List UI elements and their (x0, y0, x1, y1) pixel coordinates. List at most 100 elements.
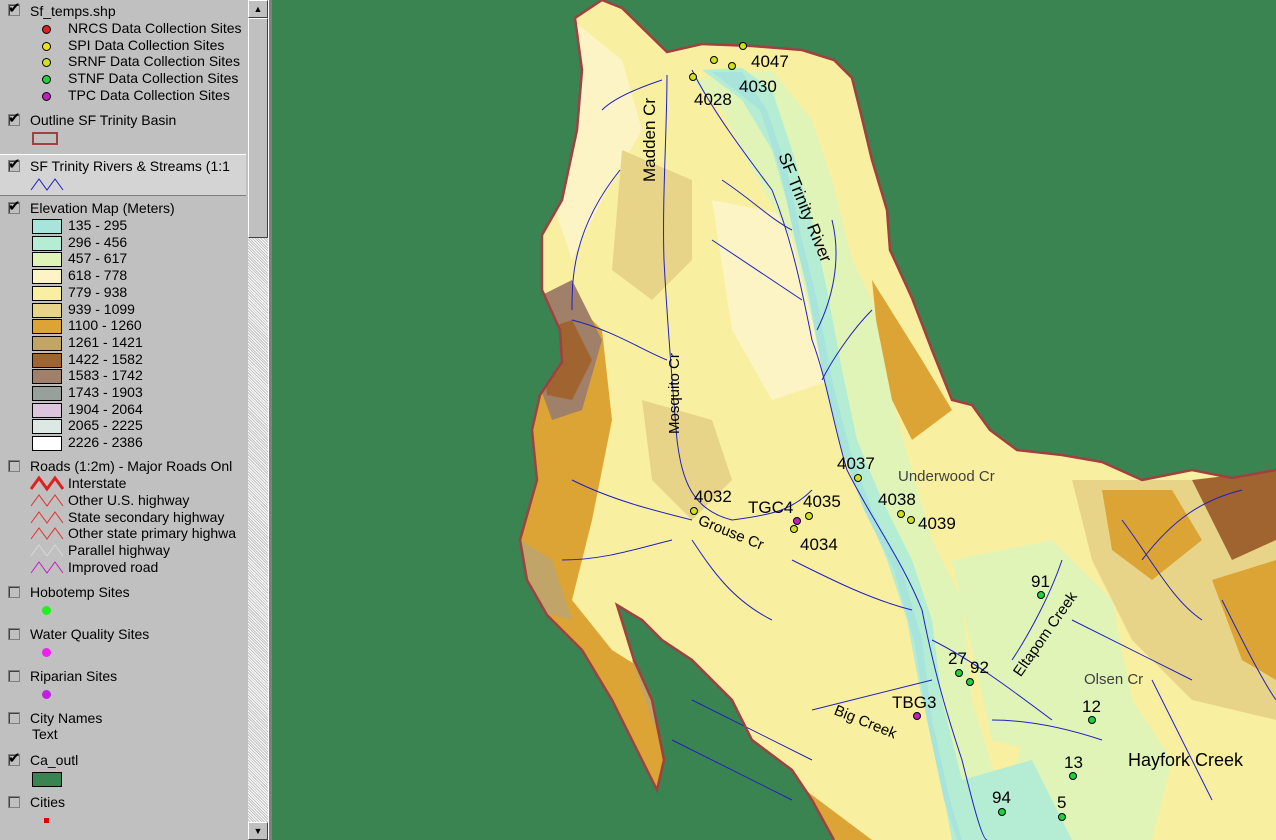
site-marker-tgc4[interactable] (793, 517, 801, 525)
layer-checkbox-riparian[interactable] (8, 670, 20, 682)
elevation-class-label: 2226 - 2386 (68, 434, 143, 451)
layer-checkbox-elevation[interactable] (8, 197, 21, 215)
site-label: 94 (992, 788, 1011, 807)
site-marker-27[interactable] (955, 669, 963, 677)
legend-label: Improved road (68, 559, 159, 575)
site-label: 4030 (739, 77, 777, 96)
elevation-swatch (32, 335, 62, 351)
scroll-thumb[interactable] (248, 18, 268, 238)
layer-checkbox-roads[interactable] (8, 460, 20, 472)
site-marker-13[interactable] (1069, 772, 1077, 780)
layer-checkbox-city-names[interactable] (8, 712, 20, 724)
stream-label-mosquito-cr: Mosquito Cr (666, 353, 683, 434)
layer-checkbox-sf-temps[interactable] (8, 0, 21, 17)
layer-name-city-names[interactable]: City Names (30, 710, 102, 726)
elevation-swatch (32, 386, 62, 401)
site-label: 4035 (803, 492, 841, 511)
site-label: 4032 (694, 487, 732, 506)
site-marker-4028[interactable] (689, 73, 697, 81)
elevation-swatch (32, 235, 62, 251)
layer-name-ca-outl[interactable]: Ca_outl (30, 752, 78, 768)
site-marker-92[interactable] (966, 678, 974, 686)
layer-name-streams[interactable]: SF Trinity Rivers & Streams (1:1 (30, 158, 230, 174)
elevation-class-label: 457 - 617 (68, 250, 128, 267)
site-marker-4039[interactable] (907, 516, 915, 524)
elevation-class-label: 1261 - 1421 (68, 333, 143, 350)
legend-label: Parallel highway (68, 542, 170, 558)
site-marker[interactable] (710, 56, 718, 64)
site-label: 5 (1057, 793, 1067, 812)
legend-label: Other state primary highwa (68, 525, 237, 541)
legend-label: NRCS Data Collection Sites (68, 20, 242, 36)
layer-name-elevation[interactable]: Elevation Map (Meters) (30, 200, 175, 216)
site-label: 4037 (837, 454, 875, 473)
legend-label: Other U.S. highway (68, 492, 190, 508)
stream-label-madden-cr: Madden Cr (640, 97, 659, 182)
elevation-map (518, 0, 1276, 840)
elevation-swatch (32, 352, 62, 368)
layer-checkbox-outline[interactable] (8, 109, 21, 127)
site-marker-tbg3[interactable] (913, 712, 921, 720)
layer-name-water-quality[interactable]: Water Quality Sites (30, 626, 149, 642)
layer-checkbox-cities[interactable] (8, 796, 20, 808)
elevation-class-label: 2065 - 2225 (68, 417, 143, 434)
site-marker-4047[interactable] (739, 42, 747, 50)
elevation-swatch (32, 302, 62, 318)
toc-scrollbar[interactable]: ▲ ▼ (248, 0, 268, 840)
scroll-down-button[interactable]: ▼ (248, 822, 268, 840)
legend-label: STNF Data Collection Sites (68, 70, 239, 86)
elevation-class-label: 939 - 1099 (68, 300, 135, 317)
layer-name-hobotemp[interactable]: Hobotemp Sites (30, 584, 130, 600)
site-label: TGC4 (748, 498, 794, 517)
site-marker-4034[interactable] (790, 525, 798, 533)
layer-name-roads[interactable]: Roads (1:2m) - Major Roads Onl (30, 458, 232, 474)
map-view[interactable]: Madden Cr SF Trinity River Mosquito Cr G… (272, 0, 1276, 840)
site-marker-12[interactable] (1088, 716, 1096, 724)
site-label: 12 (1082, 697, 1101, 716)
nrcs-symbol-icon (42, 25, 51, 34)
riparian-symbol-icon (42, 690, 51, 699)
legend-label: TPC Data Collection Sites (68, 87, 230, 103)
scroll-up-button[interactable]: ▲ (248, 0, 268, 18)
site-label: 4028 (694, 90, 732, 109)
legend-label: Text (32, 726, 58, 742)
elevation-swatch (32, 269, 62, 285)
stream-label-hayfork-creek: Hayfork Creek (1128, 750, 1244, 770)
city-symbol-icon (44, 818, 49, 823)
site-marker-4037[interactable] (854, 474, 862, 482)
layer-name-sf-temps[interactable]: Sf_temps.shp (30, 3, 116, 19)
site-marker-5[interactable] (1058, 813, 1066, 821)
water-quality-symbol-icon (42, 648, 51, 657)
layer-checkbox-streams[interactable] (8, 155, 21, 173)
layer-checkbox-water-quality[interactable] (8, 628, 20, 640)
elevation-class-label: 296 - 456 (68, 233, 128, 250)
elevation-class-label: 135 - 295 (68, 217, 128, 233)
layer-checkbox-hobotemp[interactable] (8, 586, 20, 598)
site-label: 27 (948, 649, 967, 668)
ca-outl-symbol-icon (32, 772, 62, 787)
site-marker-4030[interactable] (728, 62, 736, 70)
elevation-swatch (32, 369, 62, 385)
site-marker-4032[interactable] (690, 507, 698, 515)
layer-checkbox-ca-outl[interactable] (8, 749, 21, 767)
site-label: TBG3 (892, 693, 937, 712)
layer-name-outline[interactable]: Outline SF Trinity Basin (30, 112, 176, 128)
site-label: 13 (1064, 753, 1083, 772)
layer-name-riparian[interactable]: Riparian Sites (30, 668, 117, 684)
spi-symbol-icon (42, 42, 51, 51)
site-marker-4038[interactable] (897, 510, 905, 518)
elevation-class-label: 618 - 778 (68, 267, 128, 284)
layer-name-cities[interactable]: Cities (30, 794, 65, 810)
site-marker-91[interactable] (1037, 591, 1045, 599)
site-label: 4038 (878, 490, 916, 509)
elevation-swatch (32, 319, 62, 335)
legend-label: SRNF Data Collection Sites (68, 53, 240, 69)
elevation-class-label: 1422 - 1582 (68, 350, 143, 367)
site-marker-94[interactable] (998, 808, 1006, 816)
stream-label-underwood-cr: Underwood Cr (898, 468, 995, 485)
road-symbols-icon (30, 475, 64, 574)
srnf-symbol-icon (42, 58, 51, 67)
elevation-class-label: 1743 - 1903 (68, 384, 143, 400)
legend-label: Interstate (68, 475, 127, 491)
site-marker-4035[interactable] (805, 512, 813, 520)
